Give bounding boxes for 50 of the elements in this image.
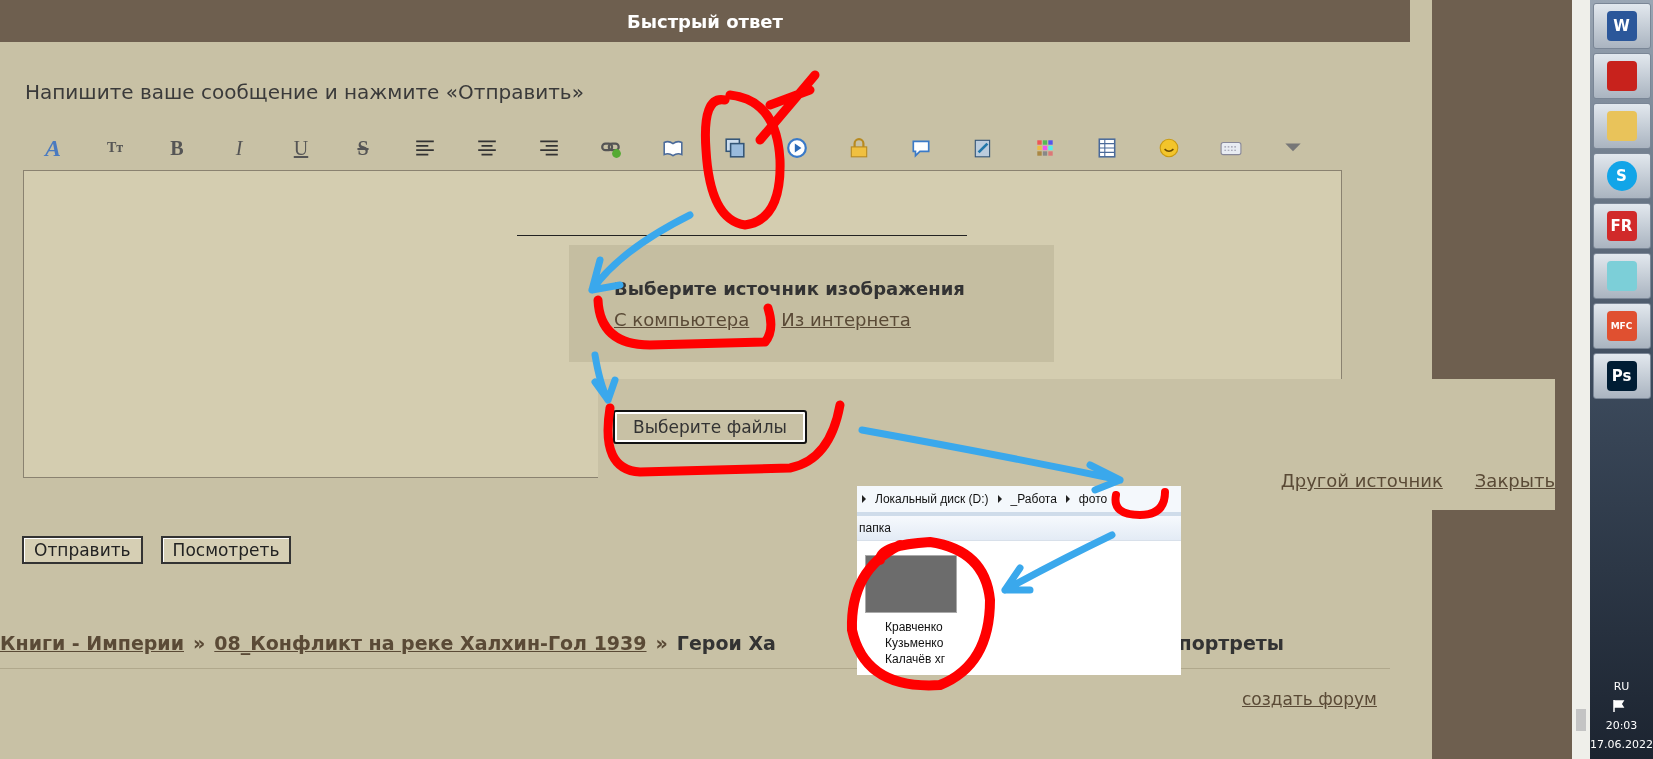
source-link[interactable]: Из интернета xyxy=(781,308,911,330)
smiley-icon[interactable] xyxy=(1158,137,1180,159)
breadcrumb-current: портреты xyxy=(1178,632,1284,654)
form-button[interactable]: Посмотреть xyxy=(160,536,292,564)
font-button[interactable]: A xyxy=(43,134,63,162)
taskbar-app-button[interactable]: S xyxy=(1592,153,1651,199)
italic-button[interactable]: I xyxy=(233,136,245,160)
photo-placeholder[interactable] xyxy=(865,555,957,613)
image-icon[interactable] xyxy=(724,137,746,159)
clock-date: 17.06.2022 xyxy=(1590,738,1653,751)
strikethrough-button[interactable]: S xyxy=(355,136,371,160)
section-header: Быстрый ответ xyxy=(0,0,1410,42)
language-indicator[interactable]: RU xyxy=(1613,680,1630,693)
file-name[interactable]: Кузьменко xyxy=(885,635,1181,651)
path-segment[interactable]: _Работа xyxy=(1010,492,1057,506)
source-link[interactable]: С компьютера xyxy=(614,308,750,330)
choose-files-button[interactable]: Выберите файлы xyxy=(613,410,807,444)
bold-button[interactable]: B xyxy=(168,136,186,160)
breadcrumb-separator: » xyxy=(193,632,206,654)
taskbar-app-button[interactable] xyxy=(1592,253,1651,299)
create-forum-link[interactable]: создать форум xyxy=(1242,689,1377,709)
taskbar-app-button[interactable] xyxy=(1592,103,1651,149)
chevron-icon xyxy=(996,495,1003,503)
taskbar-app-button[interactable]: Ps xyxy=(1592,353,1651,399)
form-button[interactable]: Отправить xyxy=(22,536,143,564)
breadcrumb-link[interactable]: 08_Конфликт на реке Халхин-Гол 1939 xyxy=(214,632,647,654)
chevron-icon xyxy=(1064,495,1071,503)
taskbar-app-button[interactable]: W xyxy=(1592,3,1651,49)
file-name[interactable]: Кравченко xyxy=(885,619,1181,635)
chevron-icon xyxy=(861,495,867,503)
clock-time: 20:03 xyxy=(1605,719,1638,732)
breadcrumb-current: Герои Ха xyxy=(676,632,776,654)
taskbar-app-button[interactable]: MFC xyxy=(1592,303,1651,349)
breadcrumb-link[interactable]: Книги - Империи xyxy=(0,632,184,654)
panel-link[interactable]: Другой источник xyxy=(1280,470,1443,491)
underline-button[interactable]: U xyxy=(291,136,311,160)
font-size-button[interactable]: Tт xyxy=(104,140,126,156)
taskbar-app-button[interactable]: FR xyxy=(1592,203,1651,249)
path-segment[interactable]: Локальный диск (D:) xyxy=(875,492,989,506)
taskbar-app-button[interactable] xyxy=(1592,53,1651,99)
play-icon[interactable] xyxy=(786,137,808,159)
path-segment[interactable]: фото xyxy=(1078,492,1108,506)
annotation-arrow xyxy=(591,351,619,404)
file-name[interactable]: Калачёв хг xyxy=(885,651,1181,667)
instruction-text: Напишите ваше сообщение и нажмите «Отправить» xyxy=(25,80,585,104)
table-icon[interactable] xyxy=(1096,137,1118,159)
color-palette-icon[interactable] xyxy=(1034,137,1056,159)
panel-link[interactable]: Закрыть xyxy=(1474,470,1555,491)
breadcrumb-separator: » xyxy=(655,632,668,654)
toolbar-text[interactable]: папка xyxy=(859,521,891,535)
